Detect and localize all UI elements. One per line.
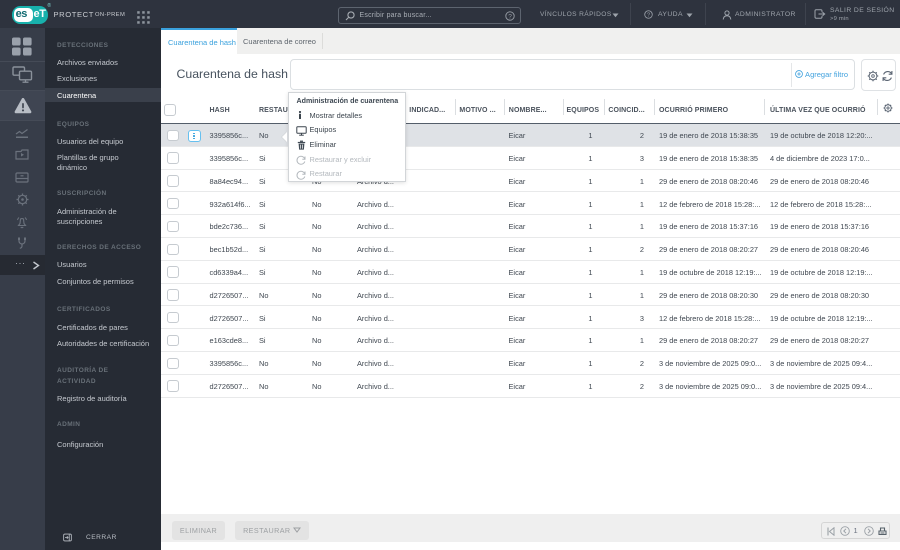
svg-text:?: ? xyxy=(508,13,512,20)
